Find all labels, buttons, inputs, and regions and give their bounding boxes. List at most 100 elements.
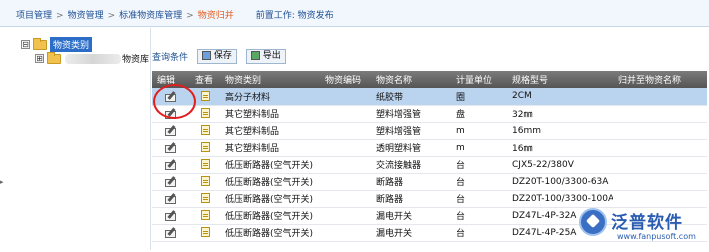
pencil-edit-icon[interactable] bbox=[165, 193, 177, 205]
folder-icon bbox=[33, 37, 47, 50]
export-icon bbox=[250, 51, 260, 60]
cell-unit: 圈 bbox=[456, 92, 466, 103]
tree-child-label[interactable]: 物资库 bbox=[122, 52, 149, 65]
edit-cell bbox=[152, 224, 190, 241]
tree-child-node[interactable]: ⊞ 物资库 bbox=[35, 51, 149, 66]
cell-name: 漏电开关 bbox=[376, 212, 413, 222]
edit-cell bbox=[152, 207, 190, 224]
highlight-circle bbox=[153, 84, 196, 119]
cell-name: 透明塑料管 bbox=[376, 144, 422, 154]
cell-merged bbox=[613, 88, 707, 105]
export-button[interactable]: 导出 bbox=[245, 49, 286, 64]
cell-unit: 台 bbox=[456, 195, 466, 205]
cell-code bbox=[320, 139, 371, 156]
breadcrumb-item-material[interactable]: 物资管理 bbox=[68, 8, 104, 21]
cell-code bbox=[320, 190, 371, 207]
document-view-icon[interactable] bbox=[200, 176, 210, 187]
expand-toggle-icon[interactable]: ⊞ bbox=[35, 54, 44, 63]
document-view-icon[interactable] bbox=[200, 142, 210, 153]
document-view-icon[interactable] bbox=[200, 108, 210, 119]
query-conditions-link[interactable]: 查询条件 bbox=[152, 50, 188, 63]
cell-unit: 台 bbox=[456, 212, 466, 222]
cell-spec: 16mm bbox=[512, 125, 541, 136]
tree-root-node[interactable]: ⊟ 物资类别 bbox=[21, 37, 93, 52]
cell-name: 断路器 bbox=[376, 195, 404, 205]
view-cell bbox=[190, 224, 220, 241]
tree-root-label[interactable]: 物资类别 bbox=[50, 37, 93, 52]
cell-code bbox=[320, 207, 371, 224]
table-row[interactable]: 其它塑料制品 透明塑料管 m 16㎜ bbox=[152, 139, 707, 156]
cell-category: 其它塑料制品 bbox=[225, 127, 280, 137]
cell-merged bbox=[613, 122, 707, 139]
breadcrumb-item-project[interactable]: 项目管理 bbox=[16, 8, 52, 21]
cell-unit: 盘 bbox=[456, 110, 466, 120]
view-cell bbox=[190, 190, 220, 207]
edit-cell bbox=[152, 156, 190, 173]
table-row[interactable]: 低压断路器(空气开关) 断路器 台 DZ20T-100/3300-100A bbox=[152, 190, 707, 207]
save-button[interactable]: 保存 bbox=[196, 49, 237, 64]
cell-code bbox=[320, 122, 371, 139]
table-row[interactable]: 低压断路器(空气开关) 断路器 台 DZ20T-100/3300-63A bbox=[152, 173, 707, 190]
column-header-category: 物资类别 bbox=[225, 76, 262, 86]
watermark-brand: 泛普软件 bbox=[611, 213, 683, 233]
cell-unit: m bbox=[456, 142, 465, 153]
cell-category: 其它塑料制品 bbox=[225, 144, 280, 154]
cell-merged bbox=[613, 156, 707, 173]
cell-spec: DZ20T-100/3300-100A bbox=[512, 193, 613, 204]
collapse-toggle-icon[interactable]: ⊟ bbox=[21, 40, 30, 49]
cell-merged bbox=[613, 105, 707, 122]
cell-merged bbox=[613, 190, 707, 207]
cell-code bbox=[320, 105, 371, 122]
cell-spec: 16㎜ bbox=[512, 144, 533, 154]
column-header-view: 查看 bbox=[195, 76, 214, 86]
pencil-edit-icon[interactable] bbox=[165, 210, 177, 222]
breadcrumb-separator: > bbox=[186, 11, 194, 21]
cell-name: 断路器 bbox=[376, 178, 404, 188]
column-header-spec: 规格型号 bbox=[512, 76, 549, 86]
document-view-icon[interactable] bbox=[200, 193, 210, 204]
cell-category: 低压断路器(空气开关) bbox=[225, 178, 314, 188]
cell-spec: 2CM bbox=[512, 91, 532, 102]
cell-name: 塑料增强管 bbox=[376, 127, 422, 137]
document-view-icon[interactable] bbox=[200, 125, 210, 136]
document-view-icon[interactable] bbox=[200, 159, 210, 170]
cell-unit: 台 bbox=[456, 178, 466, 188]
watermark-url: www.fanpusoft.com bbox=[617, 232, 696, 241]
cell-merged bbox=[613, 139, 707, 156]
edit-cell bbox=[152, 173, 190, 190]
cell-category: 低压断路器(空气开关) bbox=[225, 229, 314, 239]
save-icon bbox=[201, 51, 211, 60]
breadcrumb-item-current: 物资归并 bbox=[197, 11, 234, 21]
cell-category: 低压断路器(空气开关) bbox=[225, 161, 314, 171]
table-row[interactable]: 其它塑料制品 塑料增强管 盘 32㎜ bbox=[152, 105, 707, 122]
watermark: 泛普软件 www.fanpusoft.com bbox=[577, 206, 707, 250]
redacted-label bbox=[65, 53, 121, 64]
pencil-edit-icon[interactable] bbox=[165, 125, 177, 137]
pencil-edit-icon[interactable] bbox=[165, 159, 177, 171]
pencil-edit-icon[interactable] bbox=[165, 176, 177, 188]
cell-category: 低压断路器(空气开关) bbox=[225, 195, 314, 205]
folder-icon bbox=[47, 51, 61, 64]
document-view-icon[interactable] bbox=[200, 91, 210, 101]
breadcrumb-item-standard-library[interactable]: 标准物资库管理 bbox=[119, 8, 182, 21]
view-cell bbox=[190, 139, 220, 156]
table-row[interactable]: 低压断路器(空气开关) 交流接触器 台 CJX5-22/380V bbox=[152, 156, 707, 173]
pencil-edit-icon[interactable] bbox=[165, 227, 177, 239]
table-row[interactable]: 高分子材料 纸胶带 圈 2CM bbox=[152, 88, 707, 105]
cell-name: 塑料增强管 bbox=[376, 110, 422, 120]
cell-unit: 台 bbox=[456, 161, 466, 171]
view-cell bbox=[190, 173, 220, 190]
splitter-handle[interactable]: ▸ bbox=[0, 178, 4, 188]
document-view-icon[interactable] bbox=[200, 210, 210, 221]
document-view-icon[interactable] bbox=[200, 227, 210, 238]
column-header-code: 物资编码 bbox=[325, 76, 362, 86]
save-button-label: 保存 bbox=[213, 51, 232, 61]
table-header: 编辑 查看 物资类别 物资编码 物资名称 计量单位 规格型号 归并至物资名称 bbox=[152, 71, 707, 88]
pencil-edit-icon[interactable] bbox=[165, 142, 177, 154]
predecessor-work-link[interactable]: 前置工作: 物资发布 bbox=[256, 8, 334, 21]
edit-cell bbox=[152, 139, 190, 156]
cell-category: 高分子材料 bbox=[225, 92, 271, 103]
toolbar: 查询条件 保存 导出 bbox=[152, 49, 286, 65]
table-row[interactable]: 其它塑料制品 塑料增强管 m 16mm bbox=[152, 122, 707, 139]
column-header-merged: 归并至物资名称 bbox=[618, 76, 682, 86]
